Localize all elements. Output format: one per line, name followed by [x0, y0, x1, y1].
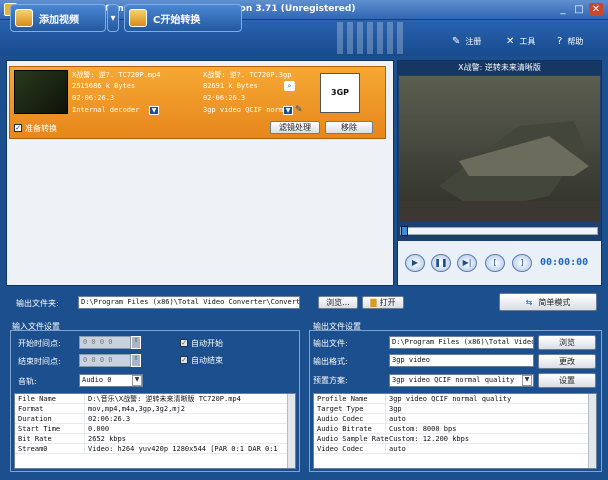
switch-icon: ⇆: [525, 297, 533, 307]
property-row: Video Codec auto: [314, 444, 596, 454]
mark-start-icon[interactable]: [: [485, 254, 505, 272]
input-properties-scrollbar[interactable]: [287, 394, 295, 468]
play-icon[interactable]: ▶: [405, 254, 425, 272]
preset-dropdown-icon[interactable]: ▼: [522, 375, 532, 386]
ready-checkbox[interactable]: ✓: [14, 124, 22, 132]
filter-button[interactable]: 滤镜处理: [270, 121, 320, 134]
edit-icon: ✎: [452, 36, 461, 47]
video-frame: [399, 76, 600, 222]
simple-mode-label: 简单模式: [538, 297, 571, 307]
film-strip-decoration: [337, 22, 407, 54]
help-icon: ?: [557, 36, 563, 47]
start-time-input[interactable]: 0 0 0 0: [79, 336, 131, 349]
start-convert-label: C开始转换: [153, 14, 201, 26]
open-folder-button[interactable]: ▇ 打开: [362, 296, 404, 309]
output-folder-label: 输出文件夹:: [16, 299, 59, 308]
help-label: 帮助: [567, 37, 584, 46]
source-file-name: X战警: 逆?. TC720P.mp4: [72, 71, 161, 79]
property-row: Profile Name 3gp video QCIF normal qualit…: [314, 394, 596, 404]
folder-icon: ▇: [370, 298, 377, 307]
property-row: Audio Codec auto: [314, 414, 596, 424]
pause-icon[interactable]: ❚❚: [431, 254, 451, 272]
browse-folder-button[interactable]: 浏览...: [318, 296, 358, 309]
target-duration: 02:06:26.3: [203, 94, 246, 102]
property-row: Audio Sample Rate Custom: 12.200 kbps: [314, 434, 596, 444]
output-file-input[interactable]: D:\Program Files (x86)\Total Video: [389, 336, 534, 349]
add-video-button[interactable]: 添加视频: [10, 4, 106, 32]
mark-end-icon[interactable]: ]: [512, 254, 532, 272]
output-folder-input[interactable]: D:\Program Files (x86)\Total Video Conve…: [78, 296, 300, 309]
minimize-button[interactable]: _: [556, 3, 570, 16]
preset-select[interactable]: 3gp video QCIF normal quality: [389, 374, 534, 387]
output-browse-button[interactable]: 浏览: [538, 335, 596, 350]
property-row: Stream0 Video: h264 yuv420p 1280x544 [PAR…: [15, 444, 295, 454]
property-row: Target Type 3gp: [314, 404, 596, 414]
ready-label: 准备转换: [25, 124, 57, 133]
property-row: File Name D:\音乐\X战警: 逆转未来清晰版 TC720P.mp4: [15, 394, 295, 404]
end-time-input[interactable]: 0 0 0 0: [79, 354, 131, 367]
convert-icon: [129, 9, 147, 27]
close-button[interactable]: ✕: [589, 3, 603, 16]
audio-track-label: 音轨:: [18, 377, 37, 386]
magnifier-icon[interactable]: ⌕: [284, 81, 295, 91]
property-row: Duration 02:06:26.3: [15, 414, 295, 424]
aircraft-scene: [399, 121, 600, 222]
auto-start-checkbox[interactable]: ✓: [180, 339, 188, 347]
settings-button[interactable]: 设置: [538, 373, 596, 388]
open-folder-label: 打开: [379, 298, 396, 307]
output-properties-scrollbar[interactable]: [588, 394, 596, 468]
register-label: 注册: [465, 37, 482, 46]
output-format-value: 3gp video: [389, 354, 534, 367]
source-file-size: 2515686 k Bytes: [72, 82, 136, 90]
auto-start-label: 自动开始: [191, 339, 223, 348]
property-row: Start Time 0.000: [15, 424, 295, 434]
video-thumbnail: [14, 70, 68, 114]
start-time-label: 开始时间点:: [18, 339, 61, 348]
property-row: Audio Bitrate Custom: 8000 bps: [314, 424, 596, 434]
format-badge: 3GP: [320, 73, 360, 113]
seek-handle[interactable]: [401, 226, 408, 236]
change-format-button[interactable]: 更改: [538, 354, 596, 369]
decoder-select[interactable]: Internal decoder: [72, 106, 139, 114]
end-time-spinner[interactable]: ⇕: [131, 354, 141, 367]
auto-end-checkbox[interactable]: ✓: [180, 356, 188, 364]
start-time-spinner[interactable]: ⇕: [131, 336, 141, 349]
tools-link[interactable]: ✕ 工具: [506, 36, 535, 47]
output-properties-list[interactable]: Profile Name 3gp video QCIF normal qualit…: [313, 393, 597, 469]
preview-title: X战警: 逆转未来清晰版: [398, 61, 601, 75]
decoder-dropdown-icon[interactable]: ▼: [149, 106, 159, 115]
auto-end-label: 自动结束: [191, 356, 223, 365]
source-duration: 02:06:26.3: [72, 94, 115, 102]
audio-track-dropdown-icon[interactable]: ▼: [132, 375, 142, 386]
add-video-dropdown[interactable]: ▾: [107, 4, 119, 32]
input-properties-list[interactable]: File Name D:\音乐\X战警: 逆转未来清晰版 TC720P.mp4 F…: [14, 393, 296, 469]
playback-time: 00:00:00: [540, 257, 589, 268]
remove-button[interactable]: 移除: [325, 121, 373, 134]
profile-dropdown-icon[interactable]: ▼: [283, 106, 293, 115]
property-row: Format mov,mp4,m4a,3gp,3g2,mj2: [15, 404, 295, 414]
output-format-label: 输出格式:: [313, 357, 348, 366]
add-video-label: 添加视频: [39, 14, 79, 26]
target-file-name: X战警: 逆?. TC720P.3gp: [203, 71, 292, 79]
chevron-down-icon: ▾: [110, 12, 116, 24]
wrench-icon[interactable]: ✎: [295, 105, 303, 115]
output-file-label: 输出文件:: [313, 339, 348, 348]
film-add-icon: [15, 9, 33, 27]
preset-label: 预置方案:: [313, 376, 348, 385]
next-frame-icon[interactable]: ▶|: [457, 254, 477, 272]
tools-label: 工具: [519, 37, 536, 46]
simple-mode-button[interactable]: ⇆ 简单模式: [499, 293, 597, 311]
start-convert-button[interactable]: C开始转换: [124, 4, 242, 32]
tools-icon: ✕: [506, 36, 515, 47]
target-file-size: 82691 k Bytes: [203, 82, 258, 90]
end-time-label: 结束时间点:: [18, 357, 61, 366]
seek-bar[interactable]: [400, 227, 598, 235]
register-link[interactable]: ✎ 注册: [452, 36, 481, 47]
target-profile-select[interactable]: 3gp video QCIF norm: [203, 106, 283, 114]
property-row: Bit Rate 2652 kbps: [15, 434, 295, 444]
help-link[interactable]: ? 帮助: [557, 36, 583, 47]
maximize-button[interactable]: □: [572, 3, 586, 16]
